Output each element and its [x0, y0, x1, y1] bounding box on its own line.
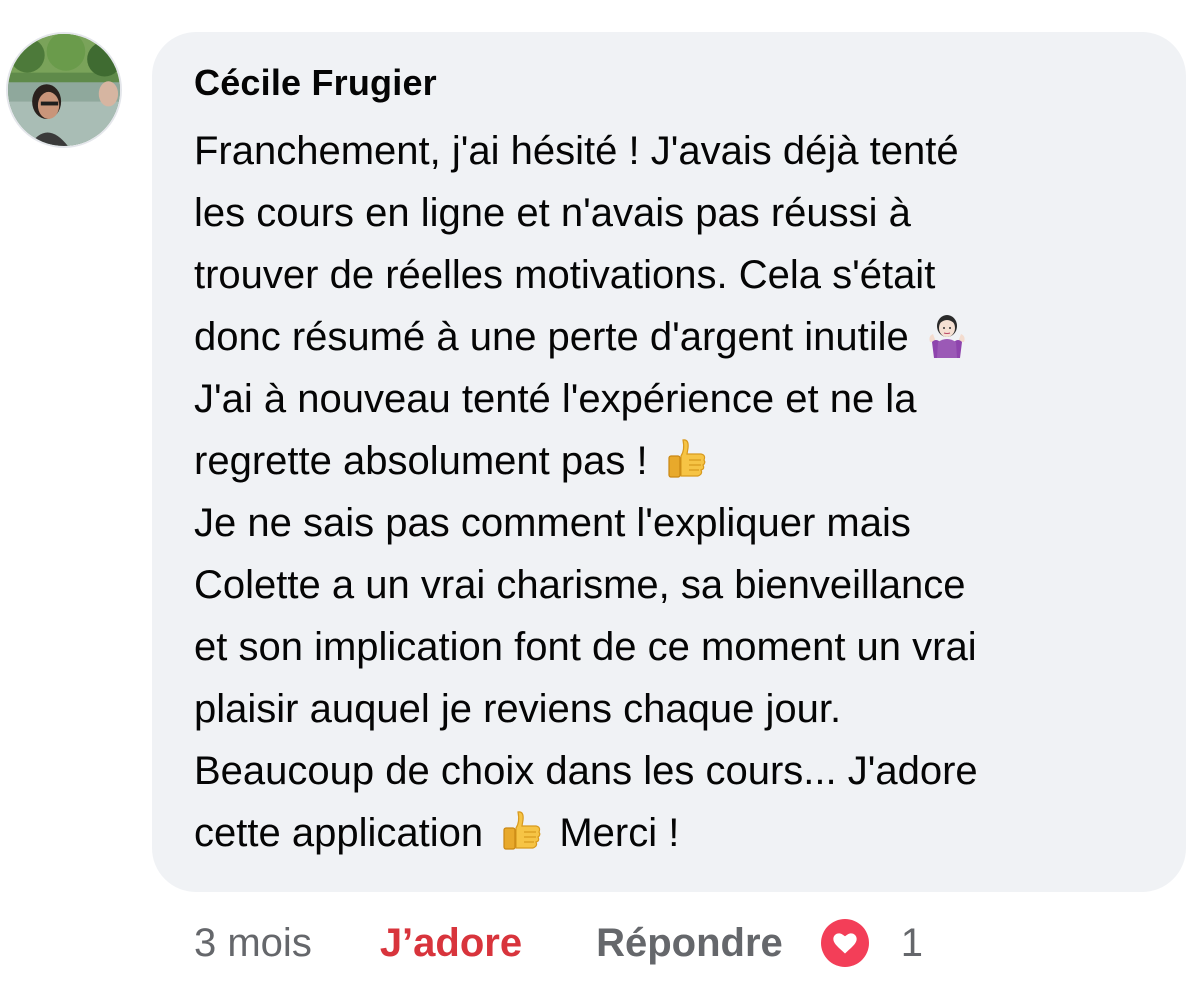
comment-line: les cours en ligne et n'avais pas réussi… — [194, 182, 1154, 244]
comment-line: Beaucoup de choix dans les cours... J'ad… — [194, 740, 1154, 802]
line-text: trouver de réelles motivations. Cela s'é… — [194, 253, 936, 297]
avatar-photo — [8, 34, 120, 146]
line-text: J'ai à nouveau tenté l'expérience et ne … — [194, 377, 917, 421]
comment-line: plaisir auquel je reviens chaque jour. — [194, 678, 1154, 740]
reaction-summary[interactable]: 1 — [820, 919, 924, 967]
comment-line: Franchement, j'ai hésité ! J'avais déjà … — [194, 120, 1154, 182]
line-text: Je ne sais pas comment l'expliquer mais — [194, 501, 911, 545]
line-text: les cours en ligne et n'avais pas réussi… — [194, 191, 911, 235]
comment-actions: 3 mois J’adore Répondre 1 — [194, 918, 923, 968]
timestamp[interactable]: 3 mois — [194, 921, 312, 966]
line-text: regrette absolument pas ! — [194, 439, 659, 483]
line-text: Beaucoup de choix dans les cours... J'ad… — [194, 749, 978, 793]
comment-line: et son implication font de ce moment un … — [194, 616, 1154, 678]
woman-shrugging-emoji — [924, 312, 970, 358]
comment-text: Franchement, j'ai hésité ! J'avais déjà … — [194, 120, 1154, 864]
comment: Cécile Frugier Franchement, j'ai hésité … — [0, 0, 1200, 982]
thumbs-up-emoji — [663, 436, 709, 482]
comment-line: J'ai à nouveau tenté l'expérience et ne … — [194, 368, 1154, 430]
line-text: et son implication font de ce moment un … — [194, 625, 977, 669]
line-text: cette application — [194, 811, 495, 855]
reply-button[interactable]: Répondre — [596, 921, 783, 966]
line-text: Colette a un vrai charisme, sa bienveill… — [194, 563, 966, 607]
comment-line: Je ne sais pas comment l'expliquer mais — [194, 492, 1154, 554]
line-text: plaisir auquel je reviens chaque jour. — [194, 687, 842, 731]
line-text-after: Merci ! — [548, 811, 680, 855]
line-text: Franchement, j'ai hésité ! J'avais déjà … — [194, 129, 959, 173]
heart-icon — [820, 919, 869, 967]
comment-line: cette application Merci ! — [194, 802, 1154, 864]
comment-bubble: Cécile Frugier Franchement, j'ai hésité … — [152, 32, 1186, 892]
thumbs-up-emoji — [498, 808, 544, 854]
line-text: donc résumé à une perte d'argent inutile — [194, 315, 920, 359]
avatar[interactable] — [6, 32, 122, 148]
comment-line: donc résumé à une perte d'argent inutile — [194, 306, 1154, 368]
like-button[interactable]: J’adore — [380, 921, 522, 966]
comment-author[interactable]: Cécile Frugier — [194, 62, 437, 104]
comment-line: trouver de réelles motivations. Cela s'é… — [194, 244, 1154, 306]
comment-line: regrette absolument pas ! — [194, 430, 1154, 492]
comment-line: Colette a un vrai charisme, sa bienveill… — [194, 554, 1154, 616]
reaction-count: 1 — [900, 920, 924, 965]
